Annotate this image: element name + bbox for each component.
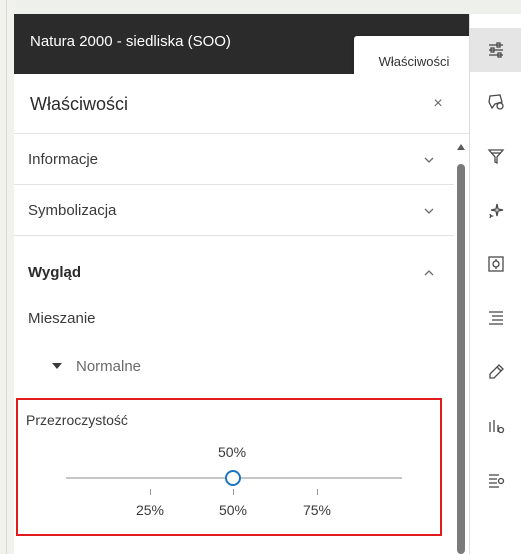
popup-action[interactable]	[470, 242, 521, 286]
chart-action[interactable]	[470, 404, 521, 448]
section-symbolizacja[interactable]: Symbolizacja	[14, 186, 454, 236]
tick-label-75: 75%	[302, 502, 332, 518]
table-action[interactable]	[470, 458, 521, 502]
shape-select-action[interactable]	[470, 80, 521, 124]
chevron-down-icon	[422, 204, 436, 218]
tick-label-50: 50%	[218, 502, 248, 518]
tooltip-arrow	[460, 40, 466, 52]
properties-action[interactable]	[470, 28, 521, 72]
section-informacje[interactable]: Informacje	[14, 135, 454, 185]
scroll-up-arrow[interactable]	[457, 144, 465, 150]
chevron-up-icon	[422, 266, 436, 280]
section-label: Symbolizacja	[28, 202, 117, 219]
transparency-group: Przezroczystość 50% 25% 50% 75%	[16, 398, 442, 536]
labels-action[interactable]	[470, 296, 521, 340]
section-wyglad[interactable]: Wygląd	[14, 248, 454, 298]
layer-header: Natura 2000 - siedliska (SOO) Właściwośc…	[14, 14, 474, 86]
panel-title: Właściwości	[30, 94, 129, 114]
close-button[interactable]: ×	[430, 96, 446, 112]
slider-value-label: 50%	[218, 444, 247, 460]
popup-config-icon	[488, 256, 504, 272]
blending-select[interactable]: Normalne	[52, 354, 212, 378]
edit-action[interactable]	[470, 350, 521, 394]
transparency-label: Przezroczystość	[26, 412, 128, 428]
filter-action[interactable]	[470, 134, 521, 178]
scrollbar-thumb[interactable]	[457, 164, 465, 554]
caret-down-icon	[52, 363, 62, 369]
slider-tick	[150, 489, 151, 495]
properties-panel: Właściwości × Informacje Symbolizacja Wy…	[14, 74, 469, 554]
labels-list-icon	[489, 311, 503, 325]
shape-select-icon	[488, 94, 504, 110]
properties-sliders-icon	[489, 42, 503, 58]
effects-action[interactable]	[470, 188, 521, 232]
effects-sparkle-icon	[489, 203, 504, 219]
blending-label: Mieszanie	[28, 310, 96, 327]
layer-title: Natura 2000 - siedliska (SOO)	[30, 33, 231, 50]
action-bar	[469, 14, 521, 554]
table-settings-icon	[489, 474, 505, 488]
transparency-slider-thumb[interactable]	[225, 470, 241, 486]
filter-icon	[487, 149, 505, 165]
section-label: Wygląd	[28, 264, 82, 281]
panel-header: Właściwości ×	[14, 74, 469, 134]
tick-label-25: 25%	[135, 502, 165, 518]
section-label: Informacje	[28, 151, 99, 168]
slider-tick	[317, 489, 318, 495]
chart-settings-icon	[489, 420, 505, 434]
chevron-down-icon	[422, 153, 436, 167]
slider-tick	[233, 489, 234, 495]
edit-tag-icon	[489, 364, 504, 379]
blending-value: Normalne	[76, 357, 142, 375]
